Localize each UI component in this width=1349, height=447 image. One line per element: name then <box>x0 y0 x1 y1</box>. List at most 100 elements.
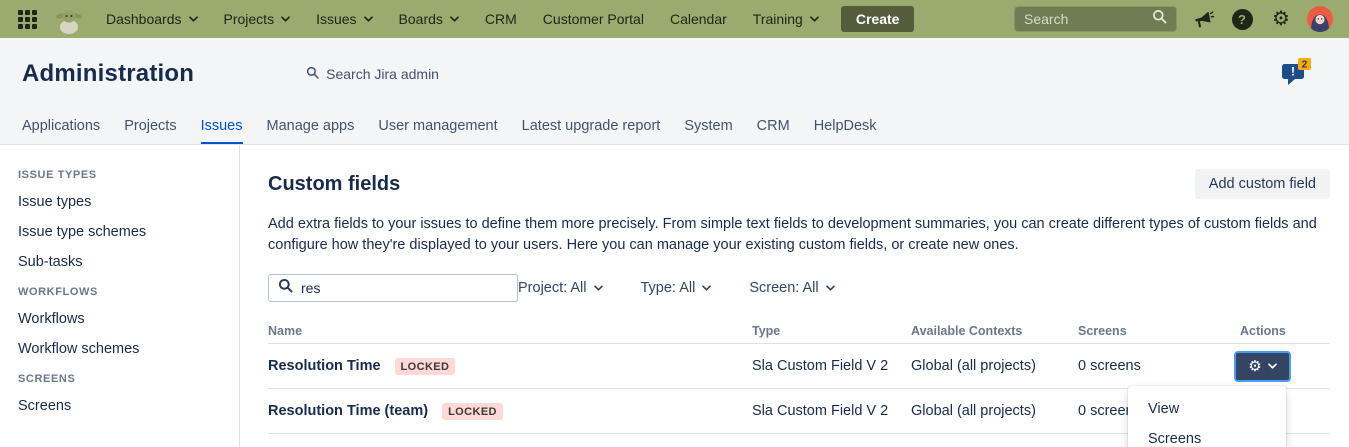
section-title: Custom fields <box>268 173 400 196</box>
chevron-down-icon <box>364 16 373 22</box>
app-logo[interactable] <box>54 4 84 34</box>
tab-projects[interactable]: Projects <box>124 110 176 144</box>
chevron-down-icon <box>450 16 459 22</box>
help-icon[interactable]: ? <box>1229 6 1255 32</box>
sidebar-section-issue-types: ISSUE TYPES Issue types Issue type schem… <box>18 169 227 271</box>
sidebar-section-title: WORKFLOWS <box>18 286 227 298</box>
field-type: Sla Custom Field V 2 <box>752 403 888 419</box>
filter-type[interactable]: Type: All <box>641 280 712 296</box>
tab-helpdesk[interactable]: HelpDesk <box>814 110 877 144</box>
sidebar-item-screens[interactable]: Screens <box>18 398 227 415</box>
filter-row: Project: All Type: All Screen: All <box>268 274 1330 302</box>
add-custom-field-button[interactable]: Add custom field <box>1195 169 1330 199</box>
create-button[interactable]: Create <box>841 6 915 32</box>
chevron-down-icon <box>281 16 290 22</box>
locked-badge: LOCKED <box>395 358 456 375</box>
nav-calendar-label: Calendar <box>670 11 727 27</box>
nav-crm[interactable]: CRM <box>485 11 517 27</box>
chevron-down-icon <box>702 285 711 291</box>
announcements-megaphone-icon[interactable] <box>1190 6 1216 32</box>
menu-item-view[interactable]: View <box>1128 394 1286 424</box>
filter-type-label: Type: All <box>641 280 696 296</box>
tab-crm[interactable]: CRM <box>757 110 790 144</box>
nav-calendar[interactable]: Calendar <box>670 11 727 27</box>
nav-dashboards-label: Dashboards <box>106 11 182 27</box>
row-actions-button[interactable]: ⚙ <box>1234 351 1291 382</box>
nav-issues[interactable]: Issues <box>316 11 372 27</box>
field-contexts: Global (all projects) <box>911 403 1036 419</box>
sidebar-item-issue-type-schemes[interactable]: Issue type schemes <box>18 224 227 241</box>
tab-system[interactable]: System <box>684 110 732 144</box>
menu-item-screens[interactable]: Screens <box>1128 424 1286 447</box>
table-row: Resolution Time LOCKED Sla Custom Field … <box>268 344 1330 389</box>
user-avatar[interactable] <box>1307 6 1333 32</box>
nav-crm-label: CRM <box>485 11 517 27</box>
nav-boards[interactable]: Boards <box>399 11 459 27</box>
filter-screen[interactable]: Screen: All <box>749 280 834 296</box>
sidebar-item-workflows[interactable]: Workflows <box>18 311 227 328</box>
chevron-down-icon <box>189 16 198 22</box>
search-icon <box>306 66 319 82</box>
filter-project[interactable]: Project: All <box>518 280 603 296</box>
tab-manage-apps[interactable]: Manage apps <box>267 110 355 144</box>
sidebar-section-title: SCREENS <box>18 373 227 385</box>
page: Dashboards Projects Issues Boards CRM Cu… <box>0 0 1349 447</box>
nav-projects[interactable]: Projects <box>224 11 291 27</box>
admin-tabs: Applications Projects Issues Manage apps… <box>0 110 1349 145</box>
sidebar-item-issue-types[interactable]: Issue types <box>18 194 227 211</box>
global-search-input[interactable] <box>1024 11 1152 27</box>
custom-field-search[interactable] <box>268 274 518 302</box>
search-icon <box>1152 9 1167 29</box>
question-mark-glyph: ? <box>1232 9 1253 30</box>
nav-boards-label: Boards <box>399 11 443 27</box>
column-header-name: Name <box>268 324 752 338</box>
primary-nav: Dashboards Projects Issues Boards CRM Cu… <box>106 11 819 27</box>
topbar-right-cluster: ? ⚙ <box>1014 6 1333 32</box>
column-header-available-contexts: Available Contexts <box>911 324 1078 338</box>
chevron-down-icon <box>1268 363 1277 369</box>
gear-icon: ⚙ <box>1248 359 1261 374</box>
chevron-down-icon <box>594 285 603 291</box>
settings-gear-icon[interactable]: ⚙ <box>1268 6 1294 32</box>
admin-search[interactable]: Search Jira admin <box>306 66 439 82</box>
locked-badge: LOCKED <box>442 403 503 420</box>
grid-icon <box>16 8 38 30</box>
top-app-bar: Dashboards Projects Issues Boards CRM Cu… <box>0 0 1349 38</box>
field-type: Sla Custom Field V 2 <box>752 358 888 374</box>
tab-applications[interactable]: Applications <box>22 110 100 144</box>
app-switcher-grid-icon[interactable] <box>16 8 38 30</box>
sidebar-item-sub-tasks[interactable]: Sub-tasks <box>18 254 227 271</box>
field-name: Resolution Time (team) <box>268 403 428 419</box>
notification-badge: 2 <box>1302 59 1308 70</box>
sidebar-item-workflow-schemes[interactable]: Workflow schemes <box>18 341 227 358</box>
column-header-type: Type <box>752 324 911 338</box>
tab-user-management[interactable]: User management <box>378 110 497 144</box>
page-title: Administration <box>22 60 194 88</box>
svg-text:!: ! <box>1291 64 1295 78</box>
nav-training[interactable]: Training <box>753 11 819 27</box>
tab-latest-upgrade-report[interactable]: Latest upgrade report <box>522 110 661 144</box>
chevron-down-icon <box>810 16 819 22</box>
global-search[interactable] <box>1014 6 1177 32</box>
nav-issues-label: Issues <box>316 11 356 27</box>
notification-icon[interactable]: ! 2 <box>1279 56 1313 93</box>
field-name: Resolution Time <box>268 358 381 374</box>
sidebar-section-screens: SCREENS Screens <box>18 373 227 415</box>
sidebar-section-workflows: WORKFLOWS Workflows Workflow schemes <box>18 286 227 358</box>
nav-training-label: Training <box>753 11 803 27</box>
filter-project-label: Project: All <box>518 280 587 296</box>
search-icon <box>278 278 293 298</box>
sidebar-section-title: ISSUE TYPES <box>18 169 227 181</box>
nav-customer-portal[interactable]: Customer Portal <box>543 11 644 27</box>
table-header-row: Name Type Available Contexts Screens Act… <box>268 318 1330 344</box>
tab-issues[interactable]: Issues <box>201 110 243 144</box>
section-description: Add extra fields to your issues to defin… <box>268 214 1328 256</box>
nav-customer-portal-label: Customer Portal <box>543 11 644 27</box>
field-contexts: Global (all projects) <box>911 358 1036 374</box>
filter-screen-label: Screen: All <box>749 280 818 296</box>
custom-field-search-input[interactable] <box>301 280 508 296</box>
actions-dropdown-menu: View Screens <box>1128 386 1286 447</box>
sidebar: ISSUE TYPES Issue types Issue type schem… <box>0 145 240 447</box>
chevron-down-icon <box>826 285 835 291</box>
nav-dashboards[interactable]: Dashboards <box>106 11 198 27</box>
